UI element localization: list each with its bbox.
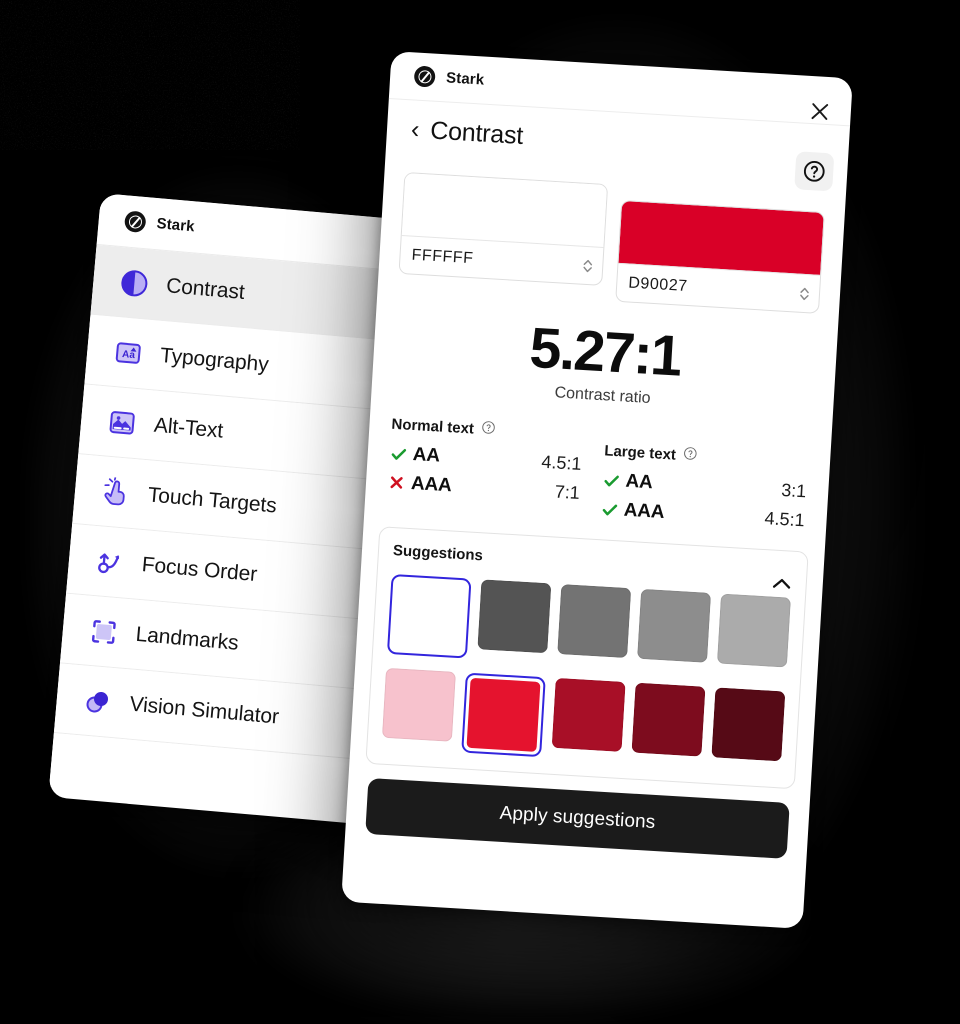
apply-suggestions-button[interactable]: Apply suggestions (365, 777, 790, 859)
page-title: Contrast (429, 116, 524, 150)
sidebar-item-label: Alt-Text (153, 413, 225, 443)
suggestion-swatch[interactable] (381, 667, 456, 752)
sidebar-item-label: Landmarks (134, 622, 240, 655)
suggestion-swatch-row-neutral (386, 573, 791, 678)
screenshot-canvas: Stark Contrast Aa Typography Alt-Text To… (0, 0, 960, 1024)
vision-simulator-icon (82, 685, 115, 718)
contrast-circle-icon (118, 267, 151, 300)
swatch-color (477, 579, 552, 654)
suggestion-swatch[interactable] (551, 677, 626, 762)
large-aaa-level: AAA (623, 499, 665, 523)
swatch-color (551, 677, 626, 752)
check-icon (602, 471, 623, 490)
stark-logo-icon (413, 65, 436, 88)
swatch-color (466, 677, 541, 752)
normal-aaa-ratio: 7:1 (554, 481, 581, 504)
chevron-up-icon[interactable] (771, 576, 792, 590)
stepper-updown-icon[interactable] (798, 284, 810, 303)
suggestions-section: Suggestions (365, 526, 809, 790)
sidebar-item-label: Typography (159, 343, 270, 376)
cross-icon (388, 474, 409, 492)
swatch-color (711, 687, 786, 762)
swatch-color (631, 682, 706, 757)
stepper-updown-icon[interactable] (582, 256, 594, 275)
chevron-left-icon[interactable]: ‹ (410, 115, 420, 143)
swatch-color (716, 593, 791, 668)
large-aaa-row: AAA 4.5:1 (600, 498, 805, 532)
normal-text-column: Normal text AA 4.5:1 AAA 7:1 (386, 415, 596, 527)
brand-name: Stark (155, 215, 196, 236)
normal-aa-ratio: 4.5:1 (540, 452, 583, 475)
large-aa-ratio: 3:1 (780, 480, 807, 502)
sidebar-item-label: Touch Targets (147, 482, 278, 518)
pointing-hand-icon (100, 476, 133, 509)
close-icon[interactable] (806, 98, 833, 125)
normal-aaa-level: AAA (410, 472, 453, 497)
contrast-detail-panel: Stark ‹ Contrast FFFFFF D90027 5.27:1 Co… (341, 51, 853, 929)
swatch-color (381, 667, 456, 742)
suggestion-swatch[interactable] (631, 682, 706, 766)
color-inputs-group: FFFFFF D90027 (377, 157, 846, 321)
suggestion-swatch[interactable] (461, 672, 546, 757)
image-alt-text-icon (106, 406, 139, 439)
large-aaa-ratio: 4.5:1 (763, 508, 806, 531)
foreground-color-field[interactable]: FFFFFF (398, 172, 609, 286)
large-aa-row: AA 3:1 (602, 469, 807, 503)
large-aa-level: AA (624, 470, 654, 494)
background-color-field[interactable]: D90027 (615, 199, 825, 314)
large-text-heading: Large text (604, 441, 809, 472)
swatch-color (557, 583, 632, 658)
grain-texture (0, 0, 300, 150)
suggestion-swatch[interactable] (711, 687, 786, 771)
suggestion-swatch[interactable] (636, 588, 712, 673)
info-question-icon[interactable] (480, 420, 495, 440)
suggestion-swatch[interactable] (477, 579, 552, 663)
swatch-color (637, 588, 712, 663)
sidebar-item-label: Contrast (165, 273, 246, 304)
swatch-color (392, 579, 467, 654)
foreground-hex-value: FFFFFF (411, 246, 474, 267)
check-icon (389, 445, 410, 464)
suggestion-swatch[interactable] (716, 593, 791, 677)
suggestion-swatch[interactable] (557, 583, 632, 668)
landmarks-frame-icon (88, 615, 121, 648)
check-icon (600, 500, 621, 519)
sidebar-item-label: Vision Simulator (128, 692, 280, 729)
suggestion-swatch-row-red (381, 667, 786, 772)
sidebar-item-label: Focus Order (140, 552, 259, 586)
help-question-icon[interactable] (794, 151, 835, 192)
suggestion-swatch[interactable] (386, 573, 472, 659)
info-question-icon[interactable] (682, 446, 697, 466)
normal-text-label: Normal text (391, 415, 475, 438)
brand-name: Stark (445, 69, 485, 89)
compliance-results: Normal text AA 4.5:1 AAA 7:1 Large text … (364, 391, 832, 540)
background-hex-value: D90027 (627, 274, 689, 295)
large-text-column: Large text AA 3:1 AAA 4.5:1 (600, 427, 810, 539)
stark-logo-icon (123, 210, 147, 234)
suggestions-title: Suggestions (392, 541, 484, 565)
normal-aa-level: AA (412, 443, 441, 467)
focus-order-arrow-icon (94, 546, 127, 579)
large-text-label: Large text (603, 442, 677, 464)
normal-text-heading: Normal text (391, 415, 596, 446)
normal-aaa-row: AAA 7:1 (387, 471, 592, 505)
normal-aa-row: AA 4.5:1 (389, 443, 594, 477)
typography-aa-icon: Aa (112, 336, 145, 369)
